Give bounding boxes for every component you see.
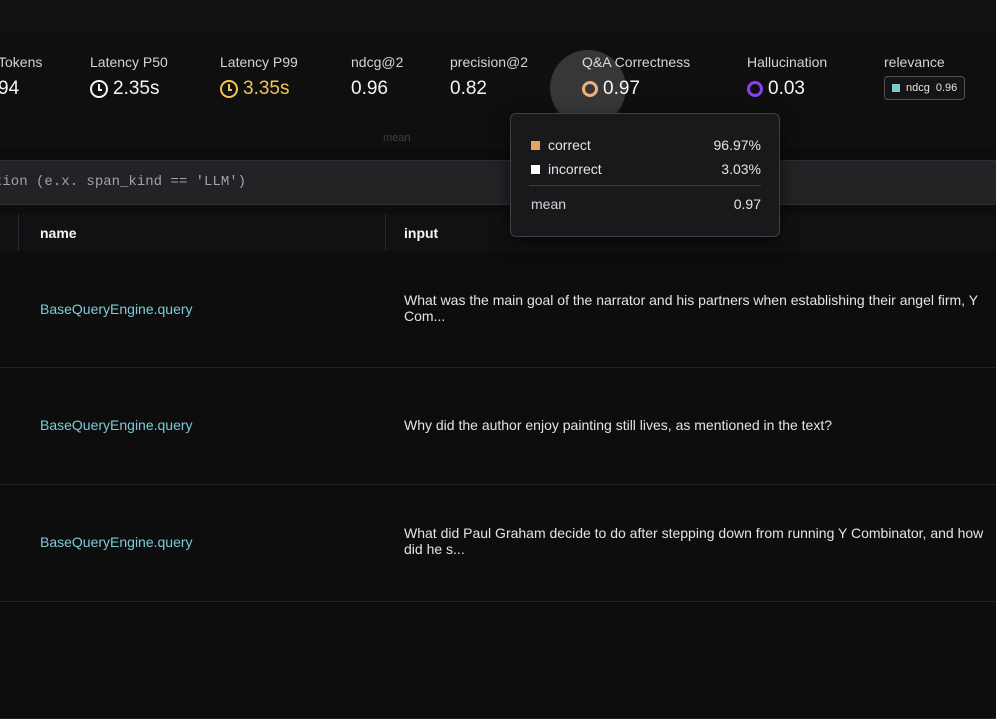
tooltip-value: 96.97% [713, 137, 761, 153]
span-name-link[interactable]: BaseQueryEngine.query [40, 301, 193, 317]
metric-value: 3.35s [220, 78, 298, 100]
clock-icon [90, 80, 108, 98]
qa-correctness-tooltip: correct 96.97% incorrect 3.03% mean 0.97 [510, 113, 780, 237]
tooltip-value: 3.03% [721, 161, 761, 177]
precision-value: 0.82 [450, 78, 487, 99]
tooltip-row-correct: correct 96.97% [531, 137, 761, 153]
tooltip-label: incorrect [548, 161, 602, 177]
metric-latency-p99: Latency P99 3.35s [220, 54, 298, 100]
span-name-link[interactable]: BaseQueryEngine.query [40, 417, 193, 433]
metric-label: relevance [884, 54, 945, 70]
tooltip-label: correct [548, 137, 591, 153]
metric-label: Latency P99 [220, 54, 298, 70]
tooltip-row-mean: mean 0.97 [531, 196, 761, 212]
input-cell: Why did the author enjoy painting still … [404, 417, 833, 433]
metrics-bar: Tokens 94 Latency P50 2.35s Latency P99 … [0, 32, 996, 148]
chip-label: ndcg [906, 82, 930, 94]
tooltip-value: 0.97 [733, 196, 761, 212]
metric-relevance: relevance ndcg 0.96 [884, 54, 966, 100]
legend-swatch [531, 140, 540, 150]
table-row[interactable]: BaseQueryEngine.query What was the main … [0, 251, 996, 368]
tooltip-row-incorrect: incorrect 3.03% [531, 161, 761, 177]
input-cell: What did Paul Graham decide to do after … [404, 525, 984, 557]
metric-value: 94 [0, 78, 42, 100]
filter-input[interactable]: tion (e.x. span_kind == 'LLM') [0, 174, 246, 190]
hallucination-value: 0.03 [768, 78, 805, 99]
table-row[interactable]: BaseQueryEngine.query Why did the author… [0, 368, 996, 485]
metric-precision: precision@2 0.82 [450, 54, 528, 100]
tooltip-divider [529, 185, 761, 186]
table-row[interactable]: BaseQueryEngine.query What did Paul Grah… [0, 485, 996, 602]
metric-tokens: Tokens 94 [0, 54, 42, 100]
filter-bar[interactable]: tion (e.x. span_kind == 'LLM') [0, 160, 996, 205]
donut-icon[interactable] [747, 81, 763, 97]
metric-value[interactable]: 0.03 [747, 78, 827, 100]
top-bar [0, 0, 996, 33]
legend-swatch [531, 164, 540, 174]
metric-label: ndcg@2 [351, 54, 404, 70]
legend-swatch [892, 84, 900, 92]
metric-label: Tokens [0, 54, 43, 70]
table-header: name input [0, 214, 996, 252]
chip-value: 0.96 [935, 82, 958, 94]
column-divider [385, 214, 386, 251]
table-row[interactable] [0, 602, 996, 719]
metric-value: 2.35s [90, 78, 168, 100]
metric-label: precision@2 [450, 54, 529, 70]
input-cell: What was the main goal of the narrator a… [404, 292, 978, 324]
tokens-value: 94 [0, 78, 20, 99]
faint-mean-label: mean [383, 132, 411, 144]
latency-p50-value: 2.35s [113, 78, 160, 99]
tooltip-label: mean [531, 196, 567, 212]
column-divider [18, 214, 19, 251]
ndcg-value: 0.96 [351, 78, 388, 99]
metric-value: 0.96 [351, 78, 403, 100]
metric-hallucination[interactable]: Hallucination 0.03 [747, 54, 827, 100]
qa-correctness-value: 0.97 [603, 78, 640, 99]
donut-icon[interactable] [582, 81, 598, 97]
metric-label: Hallucination [747, 54, 828, 70]
metric-label: Latency P50 [90, 54, 168, 70]
column-header-name[interactable]: name [40, 225, 77, 241]
metric-latency-p50: Latency P50 2.35s [90, 54, 168, 100]
span-name-link[interactable]: BaseQueryEngine.query [40, 534, 193, 550]
metric-qa-correctness[interactable]: Q&A Correctness 0.97 [582, 54, 690, 100]
relevance-chip[interactable]: ndcg 0.96 [884, 76, 966, 100]
metric-value[interactable]: 0.97 [582, 78, 690, 100]
metric-label: Q&A Correctness [582, 54, 691, 70]
latency-p99-value: 3.35s [243, 78, 290, 99]
metric-ndcg: ndcg@2 0.96 [351, 54, 403, 100]
column-header-input[interactable]: input [404, 225, 438, 241]
metric-value: 0.82 [450, 78, 528, 100]
clock-icon [220, 80, 238, 98]
